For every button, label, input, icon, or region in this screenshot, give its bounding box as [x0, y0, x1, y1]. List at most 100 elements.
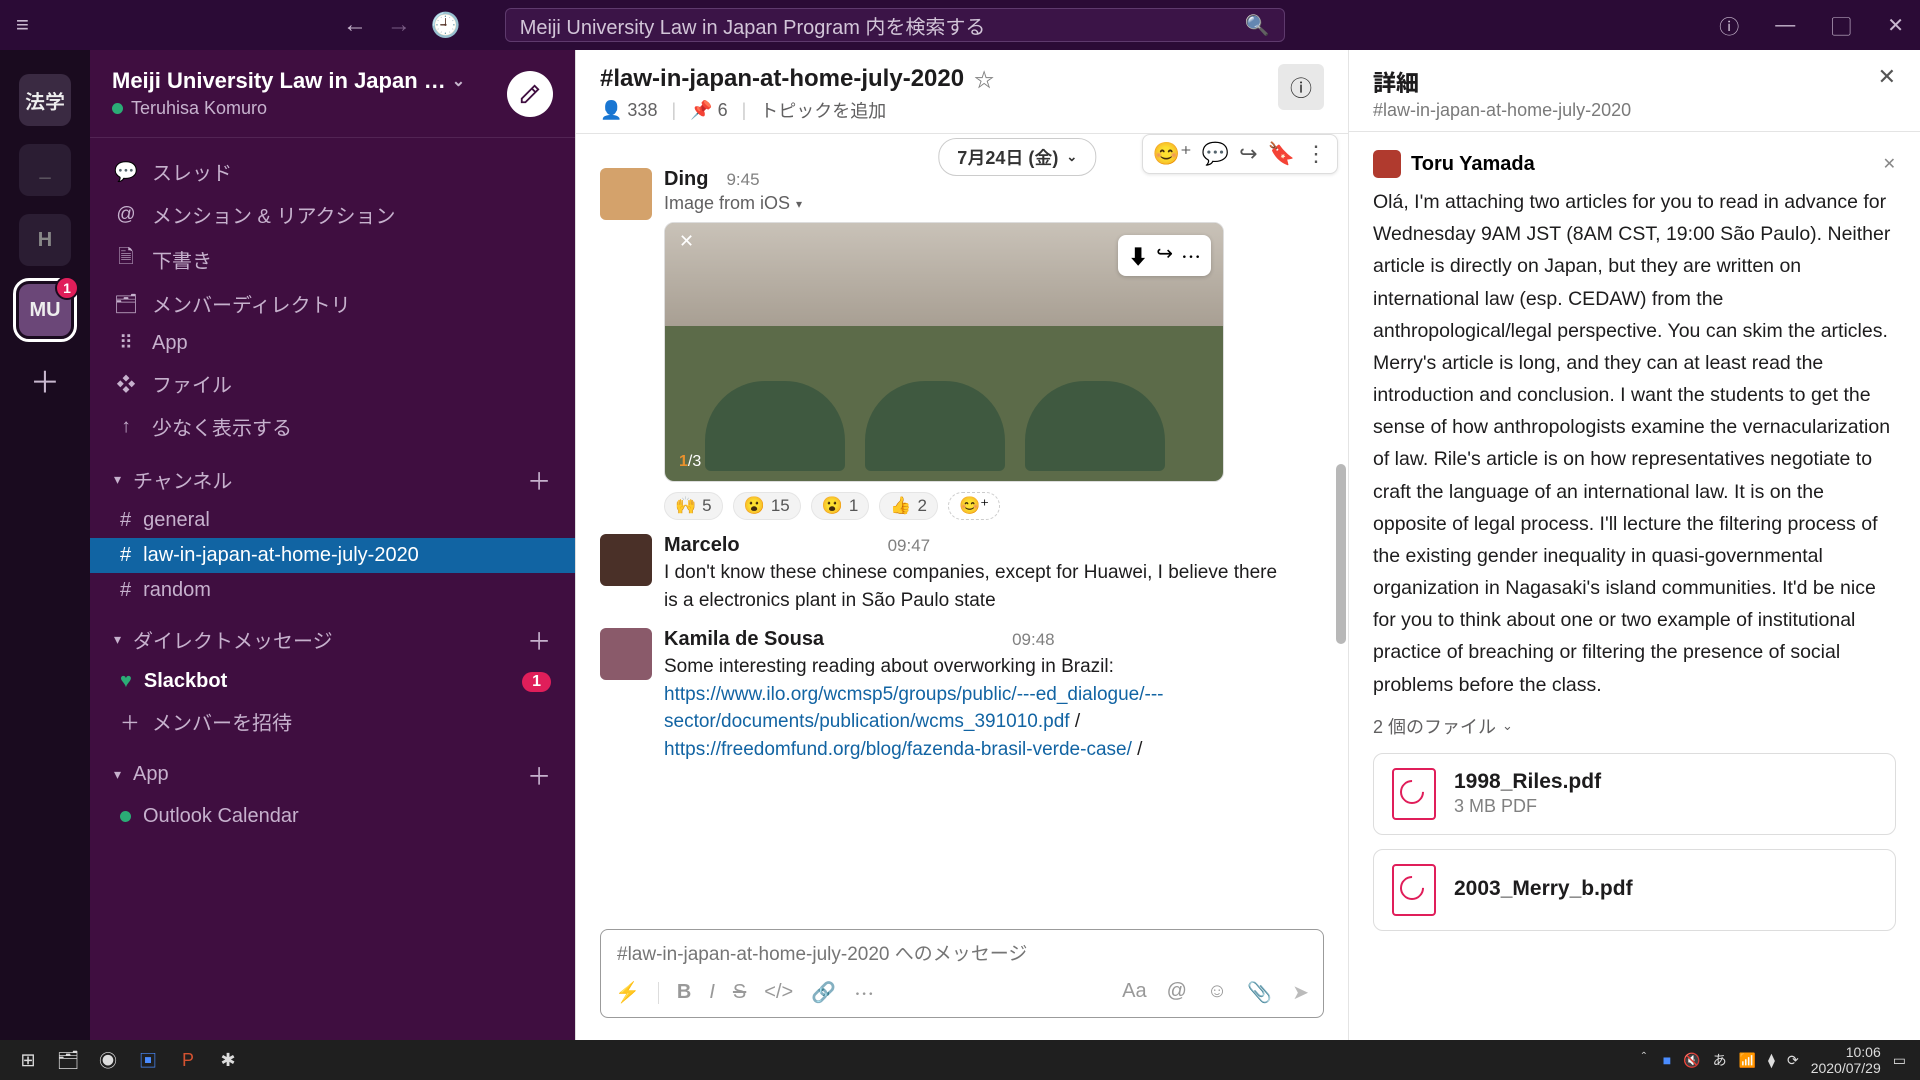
notifications-icon[interactable]: ▭	[1893, 1052, 1906, 1069]
share-icon[interactable]: ↪	[1239, 141, 1257, 167]
link-icon[interactable]: 🔗	[811, 980, 836, 1005]
tray-chevron-icon[interactable]: ＾	[1637, 1050, 1651, 1070]
zoom-icon[interactable]: ▣	[128, 1040, 168, 1080]
member-count[interactable]: 👤 338	[600, 100, 657, 121]
channel-item[interactable]: #random	[90, 573, 575, 608]
reaction[interactable]: 👍2	[879, 492, 938, 520]
tray-sync-icon[interactable]: ⟳	[1787, 1052, 1799, 1069]
channel-item[interactable]: #general	[90, 503, 575, 538]
nav-show-less[interactable]: ↑少なく表示する	[90, 405, 575, 448]
star-icon[interactable]: ☆	[974, 64, 994, 93]
font-icon[interactable]: Aa	[1122, 980, 1146, 1005]
date-divider[interactable]: 7月24日 (金) ⌄	[938, 138, 1096, 176]
avatar[interactable]	[600, 168, 652, 220]
author-name[interactable]: Marcelo	[664, 534, 740, 557]
attachment-label[interactable]: Image from iOS ▾	[664, 193, 1324, 214]
nav-people[interactable]: 🗂メンバーディレクトリ	[90, 282, 575, 325]
app-item-outlook[interactable]: Outlook Calendar	[90, 798, 575, 835]
nav-files[interactable]: ❖ファイル	[90, 362, 575, 405]
lightning-icon[interactable]: ⚡	[615, 980, 640, 1005]
back-icon[interactable]: ←	[343, 11, 367, 39]
history-icon[interactable]: 🕘	[431, 11, 461, 40]
more-format-icon[interactable]: ⋯	[854, 978, 874, 1007]
help-icon[interactable]: ⓘ	[1719, 11, 1739, 40]
download-icon[interactable]: ⬇	[1128, 241, 1148, 270]
add-workspace-button[interactable]: ＋	[30, 358, 60, 402]
dm-item-slackbot[interactable]: ♥ Slackbot 1	[90, 663, 575, 700]
compose-button[interactable]	[507, 71, 553, 117]
menu-icon[interactable]: ≡	[16, 12, 29, 38]
close-icon[interactable]: ✕	[679, 231, 694, 252]
author-name[interactable]: Toru Yamada	[1411, 153, 1535, 176]
nav-mentions[interactable]: @メンション & リアクション	[90, 193, 575, 236]
file-attachment[interactable]: 1998_Riles.pdf 3 MB PDF	[1373, 753, 1896, 835]
workspace-name[interactable]: Meiji University Law in Japan … ⌄	[112, 68, 507, 94]
start-button[interactable]: ⊞	[8, 1040, 48, 1080]
italic-icon[interactable]: I	[709, 981, 715, 1004]
strike-icon[interactable]: S	[733, 981, 746, 1004]
send-icon[interactable]: ➤	[1292, 980, 1309, 1005]
slack-icon[interactable]: ✱	[208, 1040, 248, 1080]
author-name[interactable]: Ding	[664, 168, 708, 191]
channel-item[interactable]: #law-in-japan-at-home-july-2020	[90, 538, 575, 573]
reaction[interactable]: 😮1	[811, 492, 870, 520]
add-channel-button[interactable]: ＋	[527, 462, 551, 497]
app-section-header[interactable]: ▾ App ＋	[90, 743, 575, 798]
tray-camera-icon[interactable]: ■	[1663, 1052, 1671, 1068]
nav-threads[interactable]: 💬スレッド	[90, 150, 575, 193]
close-button[interactable]: ✕	[1887, 13, 1904, 38]
message-composer[interactable]: ⚡ B I S </> 🔗 ⋯ Aa @ ☺ 📎 ➤	[600, 929, 1324, 1018]
taskbar-clock[interactable]: 10:06 2020/07/29	[1811, 1044, 1881, 1076]
pin-count[interactable]: 📌 6	[690, 100, 727, 121]
workspace-button[interactable]: _	[19, 144, 71, 196]
close-icon[interactable]: ✕	[1878, 64, 1896, 90]
add-topic[interactable]: トピックを追加	[760, 97, 886, 123]
link[interactable]: https://www.ilo.org/wcmsp5/groups/public…	[664, 684, 1164, 733]
channel-title[interactable]: #law-in-japan-at-home-july-2020 ☆	[600, 64, 1278, 93]
bookmark-icon[interactable]: 🔖	[1268, 141, 1295, 167]
composer-input[interactable]	[615, 940, 1309, 978]
bold-icon[interactable]: B	[677, 981, 691, 1004]
code-icon[interactable]: </>	[764, 981, 793, 1004]
workspace-button[interactable]: H	[19, 214, 71, 266]
powerpoint-icon[interactable]: P	[168, 1040, 208, 1080]
thread-icon[interactable]: 💬	[1202, 141, 1229, 167]
more-icon[interactable]: ⋯	[1181, 241, 1201, 270]
maximize-button[interactable]: ▢	[1831, 11, 1851, 40]
file-attachment[interactable]: 2003_Merry_b.pdf	[1373, 849, 1896, 931]
workspace-button[interactable]: MU 1	[19, 284, 71, 336]
add-reaction-button[interactable]: 😊⁺	[948, 492, 1000, 520]
reaction[interactable]: 🙌5	[664, 492, 723, 520]
image-attachment[interactable]: ✕ 1/3 ⬇ ↪ ⋯	[664, 222, 1224, 482]
scrollbar-thumb[interactable]	[1336, 464, 1346, 644]
share-icon[interactable]: ↪	[1156, 241, 1173, 270]
close-icon[interactable]: ✕	[1883, 154, 1896, 174]
dm-section-header[interactable]: ▾ ダイレクトメッセージ ＋	[90, 608, 575, 663]
nav-apps[interactable]: ⠿App	[90, 325, 575, 362]
minimize-button[interactable]: —	[1775, 14, 1795, 37]
search-input[interactable]: Meiji University Law in Japan Program 内を…	[505, 8, 1285, 42]
more-icon[interactable]: ⋮	[1305, 141, 1327, 167]
author-name[interactable]: Kamila de Sousa	[664, 628, 824, 651]
tray-ime-icon[interactable]: あ	[1713, 1050, 1727, 1070]
tray-wifi-icon[interactable]: 📶	[1739, 1052, 1756, 1069]
mention-icon[interactable]: @	[1167, 980, 1187, 1005]
avatar[interactable]	[1373, 150, 1401, 178]
invite-members[interactable]: ＋ メンバーを招待	[90, 700, 575, 743]
avatar[interactable]	[600, 628, 652, 680]
tray-dropbox-icon[interactable]: ⧫	[1768, 1052, 1775, 1069]
avatar[interactable]	[600, 534, 652, 586]
nav-drafts[interactable]: 🗎下書き	[90, 236, 575, 282]
add-app-button[interactable]: ＋	[527, 757, 551, 792]
link[interactable]: https://freedomfund.org/blog/fazenda-bra…	[664, 739, 1132, 760]
channels-section-header[interactable]: ▾ チャンネル ＋	[90, 448, 575, 503]
emoji-icon[interactable]: ☺	[1207, 980, 1227, 1005]
reaction[interactable]: 😮15	[733, 492, 801, 520]
tray-mute-icon[interactable]: 🔇	[1683, 1052, 1700, 1069]
explorer-icon[interactable]: 🗂	[48, 1040, 88, 1080]
forward-icon[interactable]: →	[387, 11, 411, 39]
attach-icon[interactable]: 📎	[1247, 980, 1272, 1005]
chrome-icon[interactable]: ◉	[88, 1040, 128, 1080]
files-toggle[interactable]: 2 個のファイル ⌄	[1373, 713, 1896, 739]
add-dm-button[interactable]: ＋	[527, 622, 551, 657]
